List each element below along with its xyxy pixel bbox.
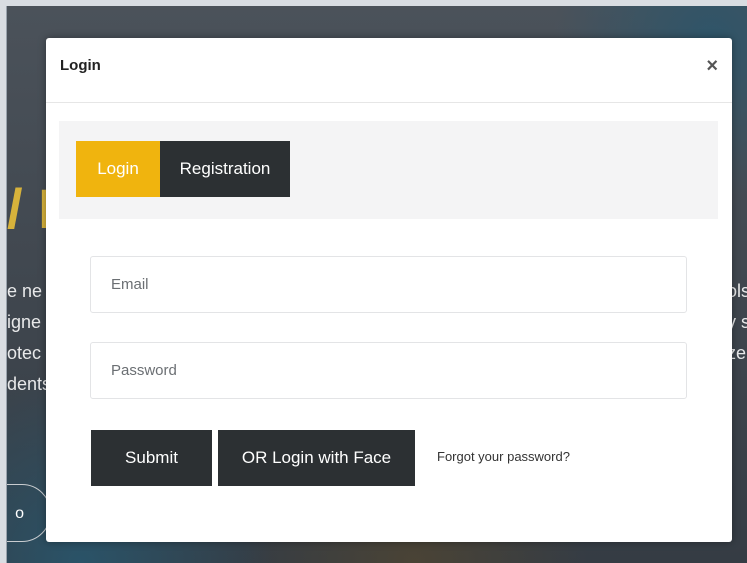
tab-login[interactable]: Login <box>76 141 160 197</box>
submit-button[interactable]: Submit <box>91 430 212 486</box>
email-field[interactable]: Email <box>90 256 687 313</box>
forgot-password-link[interactable]: Forgot your password? <box>437 449 570 464</box>
hero-text-left: e ne igne otec dents <box>7 276 47 400</box>
hero-line: igne <box>7 312 42 332</box>
hero-line: dents <box>7 374 47 394</box>
hero-line: otec <box>7 343 42 363</box>
hero-line: e ne <box>7 281 43 301</box>
face-login-button[interactable]: OR Login with Face <box>218 430 415 486</box>
tab-bar: Login Registration <box>59 121 718 219</box>
modal-title: Login <box>60 57 101 74</box>
login-modal: Login × Login Registration Email Passwor… <box>46 38 732 542</box>
password-field[interactable]: Password <box>90 342 687 399</box>
tab-registration[interactable]: Registration <box>160 141 290 197</box>
modal-header: Login × <box>46 38 732 103</box>
hero-heading-fragment: / L <box>7 177 47 240</box>
close-icon[interactable]: × <box>706 56 718 76</box>
